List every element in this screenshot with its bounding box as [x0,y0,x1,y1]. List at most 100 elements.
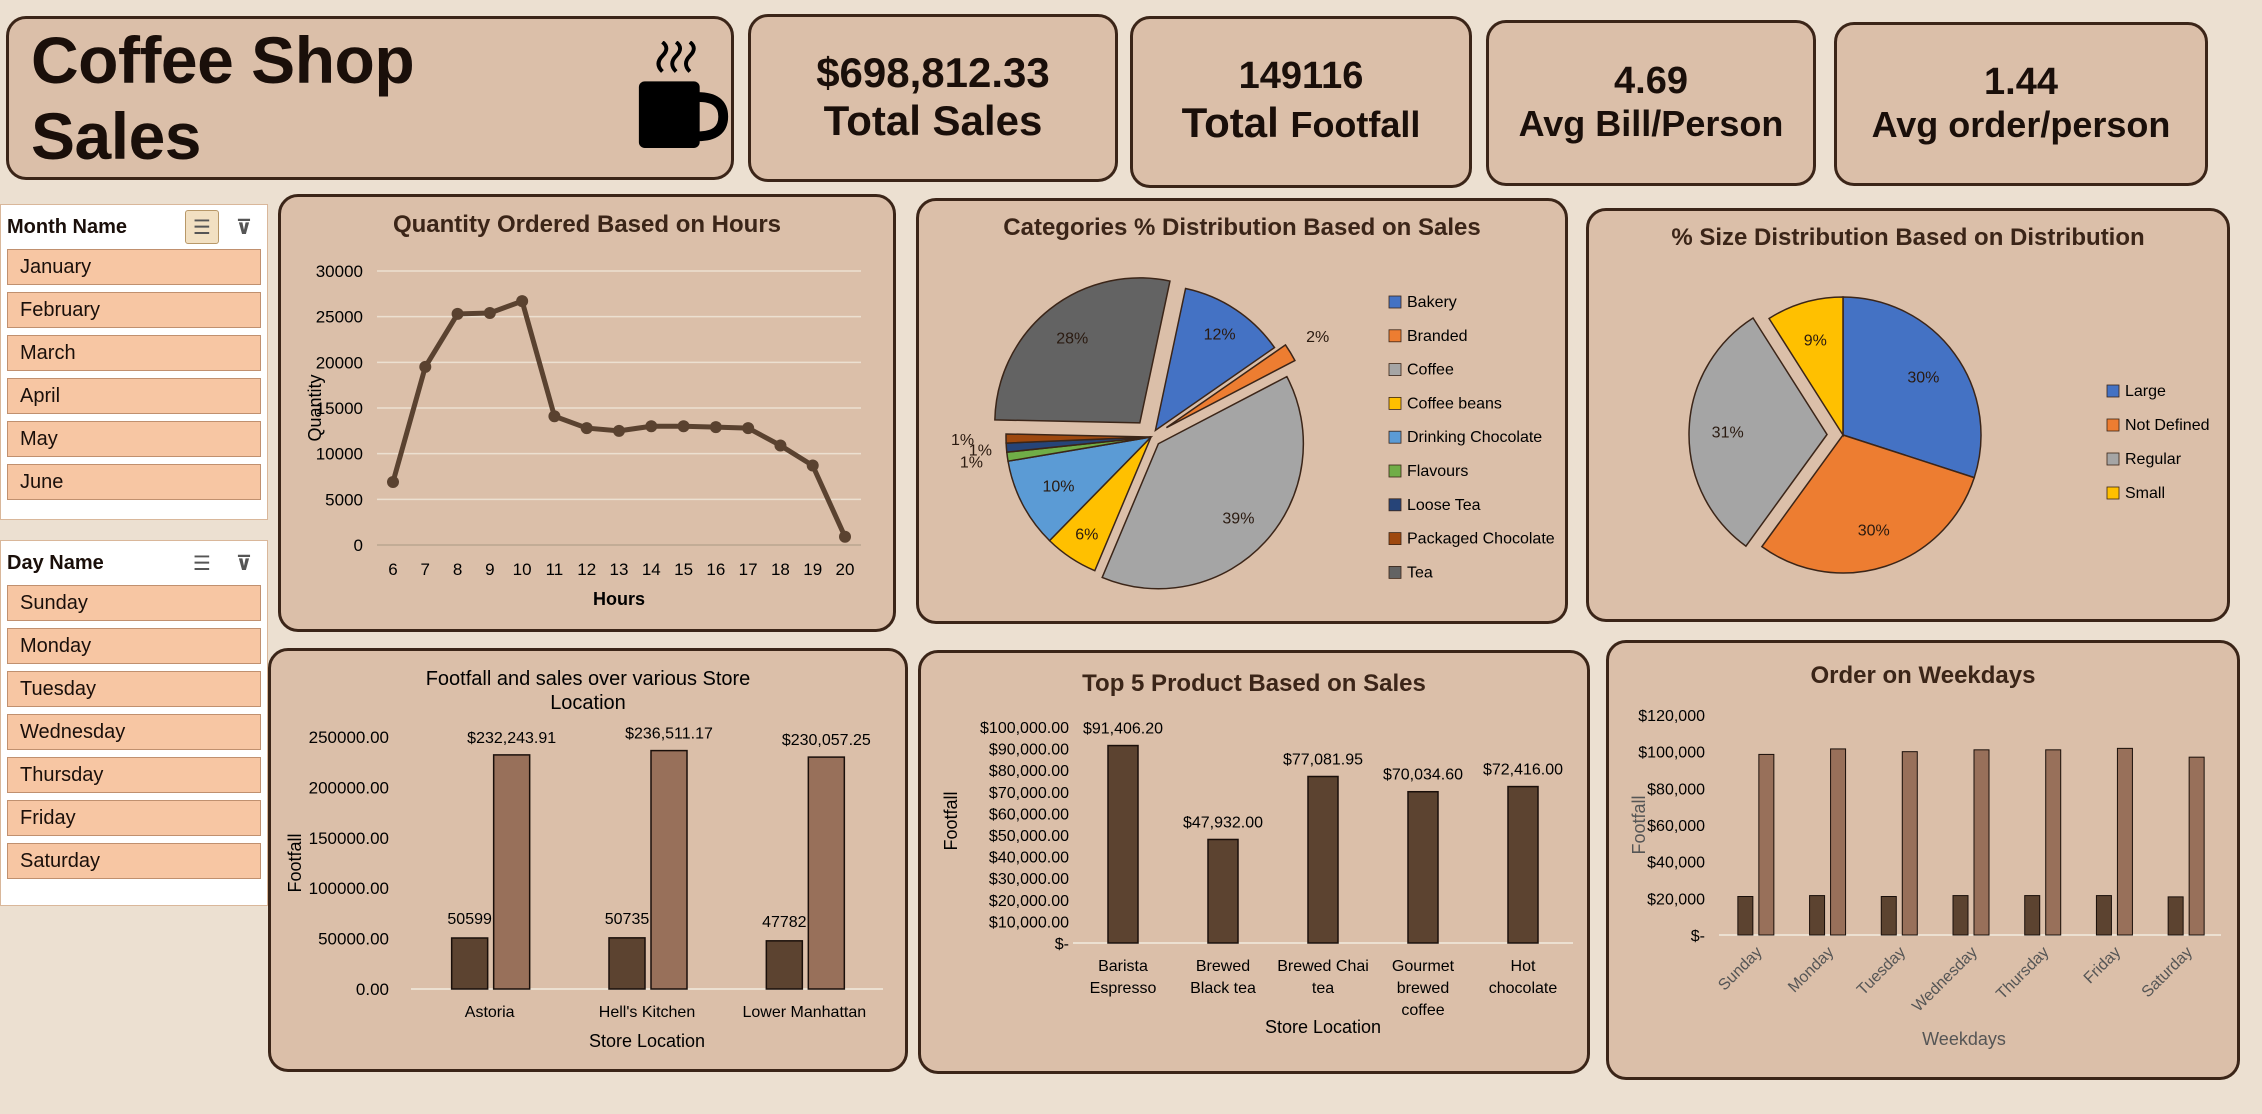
total-sales-value: $698,812.33 [816,48,1050,96]
month-slicer-item-january[interactable]: January [7,249,261,285]
chart-title: % Size Distribution Based on Distributio… [1671,224,2144,251]
y-tick-label: 50000.00 [318,930,389,949]
avg-order-label: Avg order/person [1871,104,2171,146]
footfall-value: 149116 [1238,54,1364,97]
x-tick-label: Wednesday [1909,944,1981,1016]
data-label: $70,034.60 [1383,767,1463,784]
day-slicer-item-monday[interactable]: Monday [7,628,261,664]
data-label: $236,511.17 [625,726,713,743]
chart-title: Categories % Distribution Based on Sales [1003,214,1480,241]
legend-swatch [1388,396,1402,410]
data-point [677,420,690,433]
day-slicer-item-wednesday[interactable]: Wednesday [7,714,261,750]
y-tick-label: 20000 [316,353,363,372]
bar [2188,756,2205,936]
legend-label: Tea [1407,564,1433,581]
y-axis-title: Footfall [1629,795,1649,854]
y-tick-label: $20,000 [1647,891,1705,908]
data-point [774,439,787,452]
y-tick-label: $50,000.00 [989,828,1069,845]
x-tick-label: 11 [546,560,564,579]
data-point [451,307,464,320]
x-tick-label: 14 [642,560,661,579]
x-tick-label: Hot [1511,958,1536,975]
day-slicer-item-tuesday[interactable]: Tuesday [7,671,261,707]
data-label: 6% [1075,527,1098,544]
month-slicer-title: Month Name [7,215,127,238]
title-card: Coffee Shop Sales [6,16,734,180]
data-label: 50735 [605,911,650,928]
data-point [806,459,819,472]
legend-label: Drinking Chocolate [1407,429,1542,446]
x-tick-label: 13 [610,560,629,579]
y-tick-label: 10000 [316,445,363,464]
legend-swatch [2106,452,2120,466]
bar [1973,749,1990,936]
total-sales-label: Total Sales [823,96,1043,144]
day-slicer-item-friday[interactable]: Friday [7,800,261,836]
x-axis-title: Weekdays [1922,1029,2006,1049]
data-point [709,421,722,434]
clear-filter-icon[interactable]: ⊽ [227,210,261,244]
data-point [645,420,658,433]
y-tick-label: 0 [354,536,363,555]
y-tick-label: 0.00 [356,980,389,999]
day-slicer-item-saturday[interactable]: Saturday [7,843,261,879]
x-tick-label: 20 [836,560,855,579]
x-tick-label: 15 [674,560,693,579]
x-tick-label: brewed [1397,980,1449,997]
day-slicer-title: Day Name [7,551,104,574]
legend-label: Large [2125,383,2166,400]
bar [1737,896,1754,936]
bar [650,749,688,990]
x-tick-label: 19 [803,560,822,579]
legend-label: Bakery [1407,294,1457,311]
month-slicer-item-february[interactable]: February [7,292,261,328]
y-tick-label: 200000.00 [309,778,389,797]
legend-swatch [1388,295,1402,309]
x-tick-label: 8 [453,560,462,579]
multi-select-icon[interactable]: ☰ [185,210,219,244]
legend-label: Flavours [1407,463,1468,480]
day-slicer-item-thursday[interactable]: Thursday [7,757,261,793]
x-tick-label: chocolate [1489,980,1558,997]
bar [1952,895,1969,936]
month-slicer-item-june[interactable]: June [7,464,261,500]
data-label: 1% [951,432,974,449]
x-tick-label: 7 [421,560,430,579]
x-tick-label: 16 [706,560,725,579]
store-location-bar-chart: Footfall and sales over various StoreLoc… [285,668,883,1051]
y-tick-label: $40,000 [1647,855,1705,872]
data-point [483,307,496,320]
month-slicer-item-may[interactable]: May [7,421,261,457]
bar [492,754,531,990]
bar [1207,838,1239,944]
clear-filter-icon[interactable]: ⊽ [227,546,261,580]
y-axis-title: Quantity [305,374,325,441]
legend-label: Coffee beans [1407,395,1502,412]
month-slicer-item-april[interactable]: April [7,378,261,414]
y-tick-label: 100000.00 [309,879,389,898]
bar [807,756,846,990]
x-tick-label: Tuesday [1854,944,1909,999]
y-axis-title: Footfall [941,791,961,850]
y-tick-label: $70,000.00 [989,785,1069,802]
month-slicer-item-march[interactable]: March [7,335,261,371]
x-tick-label: Black tea [1190,980,1256,997]
y-tick-label: 150000.00 [309,829,389,848]
data-label: 47782 [762,914,807,931]
legend-label: Not Defined [2125,417,2210,434]
x-tick-label: Gourmet [1392,958,1455,975]
x-tick-label: Sunday [1715,944,1765,994]
footfall-label-a: Total [1181,98,1279,146]
y-axis-title: Footfall [285,833,305,892]
y-tick-label: $20,000.00 [989,893,1069,910]
data-label: $230,057.25 [782,732,871,749]
bar [2095,895,2112,936]
bar [2116,747,2133,936]
legend-label: Small [2125,485,2165,502]
x-tick-label: tea [1312,980,1334,997]
multi-select-icon[interactable]: ☰ [185,546,219,580]
day-slicer-item-sunday[interactable]: Sunday [7,585,261,621]
data-label: 30% [1907,370,1939,387]
